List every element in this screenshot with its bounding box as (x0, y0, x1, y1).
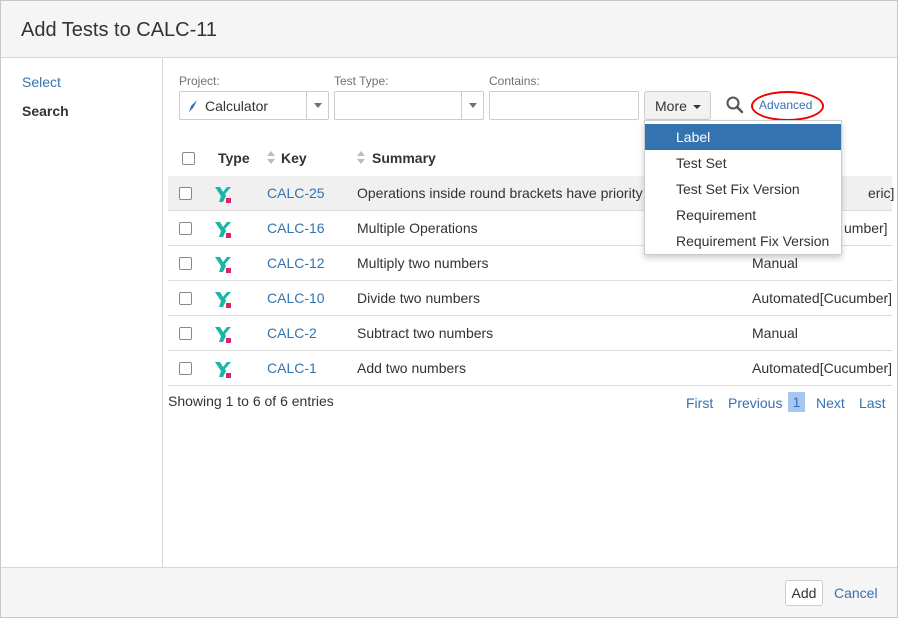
sort-icon[interactable] (357, 151, 365, 165)
table-row[interactable]: CALC-10 Divide two numbers Automated[Cuc… (168, 281, 892, 316)
table-row[interactable]: CALC-1 Add two numbers Automated[Cucumbe… (168, 351, 892, 386)
advanced-link[interactable]: Advanced (759, 98, 812, 112)
column-header-summary[interactable]: Summary (372, 150, 436, 166)
row-summary: Multiple Operations (357, 220, 478, 236)
more-filters-menu: Label Test Set Test Set Fix Version Requ… (644, 120, 842, 255)
row-summary: Subtract two numbers (357, 325, 494, 341)
menu-item-label[interactable]: Label (645, 124, 841, 150)
row-checkbox[interactable] (179, 187, 192, 200)
chevron-down-icon[interactable] (461, 92, 483, 119)
add-button[interactable]: Add (785, 580, 823, 606)
entries-info: Showing 1 to 6 of 6 entries (168, 393, 334, 409)
row-key-link[interactable]: CALC-10 (267, 290, 325, 306)
row-checkbox[interactable] (179, 222, 192, 235)
sort-icon[interactable] (267, 151, 275, 165)
test-type-select[interactable] (334, 91, 484, 120)
sidebar-item-select[interactable]: Select (22, 74, 61, 90)
test-type-label: Test Type: (334, 74, 389, 88)
row-test-type: Automated[Cucumber] (752, 290, 893, 306)
dialog-sidebar: Select Search (1, 58, 163, 567)
dialog-header: Add Tests to CALC-11 (1, 1, 897, 58)
project-select[interactable]: Calculator (179, 91, 329, 120)
search-icon[interactable] (725, 95, 745, 115)
project-label: Project: (179, 74, 220, 88)
pagination-current-page[interactable]: 1 (788, 392, 805, 412)
row-key-link[interactable]: CALC-1 (267, 360, 317, 376)
contains-label: Contains: (489, 74, 540, 88)
row-key-link[interactable]: CALC-2 (267, 325, 317, 341)
pagination-next[interactable]: Next (816, 395, 845, 411)
test-type-icon (215, 257, 231, 273)
test-type-icon (215, 187, 231, 203)
menu-item-requirement-fix-version[interactable]: Requirement Fix Version (645, 228, 841, 254)
project-value: Calculator (205, 98, 269, 114)
project-icon (189, 100, 197, 112)
dialog-footer: Add Cancel (1, 567, 897, 617)
pagination-first[interactable]: First (686, 395, 713, 411)
column-header-key[interactable]: Key (281, 150, 307, 166)
row-test-type: Manual (752, 255, 798, 271)
row-summary: Divide two numbers (357, 290, 480, 306)
table-row[interactable]: CALC-2 Subtract two numbers Manual (168, 316, 892, 351)
row-test-type: Manual (752, 325, 798, 341)
row-checkbox[interactable] (179, 362, 192, 375)
pagination-previous[interactable]: Previous (728, 395, 782, 411)
add-tests-dialog: Add Tests to CALC-11 Select Search Proje… (0, 0, 898, 618)
dialog-title: Add Tests to CALC-11 (21, 19, 218, 41)
row-summary: Multiply two numbers (357, 255, 489, 271)
menu-item-requirement[interactable]: Requirement (645, 202, 841, 228)
row-key-link[interactable]: CALC-16 (267, 220, 325, 236)
row-checkbox[interactable] (179, 327, 192, 340)
row-test-type: Automated[Cucumber] (752, 360, 893, 376)
row-checkbox[interactable] (179, 292, 192, 305)
contains-input[interactable] (489, 91, 639, 120)
test-type-icon (215, 362, 231, 378)
sidebar-item-search[interactable]: Search (22, 103, 69, 119)
select-all-checkbox[interactable] (182, 152, 195, 165)
row-checkbox[interactable] (179, 257, 192, 270)
menu-item-test-set-fix-version[interactable]: Test Set Fix Version (645, 176, 841, 202)
test-type-icon (215, 292, 231, 308)
row-key-link[interactable]: CALC-25 (267, 185, 325, 201)
chevron-down-icon[interactable] (306, 92, 328, 119)
column-header-type[interactable]: Type (218, 150, 250, 166)
row-test-type: umber] (844, 220, 888, 236)
cancel-link[interactable]: Cancel (834, 585, 878, 601)
more-label: More (655, 98, 687, 114)
test-type-icon (215, 327, 231, 343)
test-type-icon (215, 222, 231, 238)
row-summary: Add two numbers (357, 360, 466, 376)
menu-item-test-set[interactable]: Test Set (645, 150, 841, 176)
row-summary: Operations inside round brackets have pr… (357, 185, 643, 201)
pagination-last[interactable]: Last (859, 395, 885, 411)
row-key-link[interactable]: CALC-12 (267, 255, 325, 271)
row-test-type: eric] (868, 185, 895, 201)
more-button[interactable]: More (644, 91, 711, 120)
